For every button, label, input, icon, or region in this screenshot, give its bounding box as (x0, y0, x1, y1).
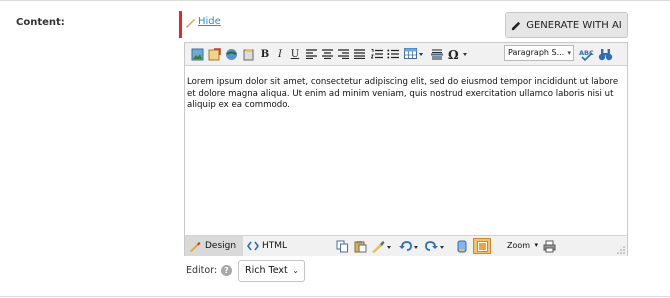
zoom-dropdown[interactable]: Zoom ▾ (503, 238, 539, 253)
zoom-label: Zoom (507, 241, 531, 250)
editor-toolbar: B I U Ω Paragraph S... ▾ ABC (185, 43, 627, 66)
insert-table-icon[interactable] (404, 46, 424, 62)
hide-link[interactable]: Hide (198, 16, 221, 27)
find-replace-icon[interactable] (598, 46, 613, 62)
pencil-icon (512, 21, 521, 30)
chevron-down-icon: ▾ (534, 241, 538, 249)
print-icon[interactable] (542, 239, 556, 253)
spellcheck-icon[interactable]: ABC (579, 46, 594, 62)
bold-button[interactable]: B (259, 46, 271, 62)
editor-content-area[interactable]: Lorem ipsum dolor sit amet, consectetur … (187, 77, 619, 112)
html-tab-label: HTML (262, 241, 288, 251)
special-characters-icon[interactable]: Ω (447, 46, 469, 62)
paste-icon[interactable] (353, 239, 367, 253)
underline-button[interactable]: U (289, 46, 301, 62)
svg-text:Ω: Ω (448, 48, 459, 60)
editor-mode-value: Rich Text (245, 265, 288, 276)
insert-image-icon[interactable] (190, 46, 204, 62)
align-left-icon[interactable] (305, 46, 318, 62)
generate-with-ai-button[interactable]: GENERATE WITH AI (505, 12, 628, 38)
chevron-down-icon: ▾ (567, 49, 571, 57)
image-manager-icon[interactable] (207, 46, 221, 62)
horizontal-rule-icon[interactable] (430, 46, 443, 62)
paragraph-style-value: Paragraph S... (508, 48, 565, 57)
code-icon (247, 241, 259, 251)
design-tab[interactable]: Design (185, 236, 243, 256)
numbered-list-icon[interactable] (370, 46, 383, 62)
help-icon[interactable]: ? (221, 265, 232, 276)
undo-icon[interactable] (399, 239, 421, 253)
content-field-label: Content: (16, 17, 65, 28)
redo-icon[interactable] (425, 239, 447, 253)
rich-text-editor: B I U Ω Paragraph S... ▾ ABC Lorem ipsum… (184, 42, 628, 256)
design-tab-label: Design (205, 241, 237, 251)
module-manager-icon[interactable] (455, 239, 469, 253)
format-stripper-icon[interactable] (371, 239, 393, 253)
generate-button-label: GENERATE WITH AI (526, 19, 622, 31)
editor-mode-bar: Design HTML Zoom ▾ (185, 235, 627, 256)
chevron-down-icon: ⌄ (292, 266, 299, 275)
required-indicator (179, 11, 182, 38)
paragraph-style-dropdown[interactable]: Paragraph S... ▾ (504, 45, 574, 61)
pencil-icon (190, 242, 201, 252)
toggle-view-icon[interactable] (473, 238, 491, 254)
bottom-divider (0, 296, 670, 297)
hyperlink-manager-icon[interactable] (224, 46, 238, 62)
justify-icon[interactable] (353, 46, 366, 62)
align-center-icon[interactable] (321, 46, 334, 62)
top-divider (0, 0, 670, 1)
editor-mode-select[interactable]: Rich Text ⌄ (238, 260, 305, 282)
resize-grip-icon[interactable] (617, 246, 625, 254)
pencil-icon (186, 19, 195, 28)
document-manager-icon[interactable] (241, 46, 255, 62)
copy-icon[interactable] (335, 239, 349, 253)
html-tab[interactable]: HTML (247, 236, 299, 256)
align-right-icon[interactable] (337, 46, 350, 62)
italic-button[interactable]: I (274, 46, 286, 62)
editor-mode-label: Editor: (186, 265, 218, 276)
bulleted-list-icon[interactable] (386, 46, 399, 62)
